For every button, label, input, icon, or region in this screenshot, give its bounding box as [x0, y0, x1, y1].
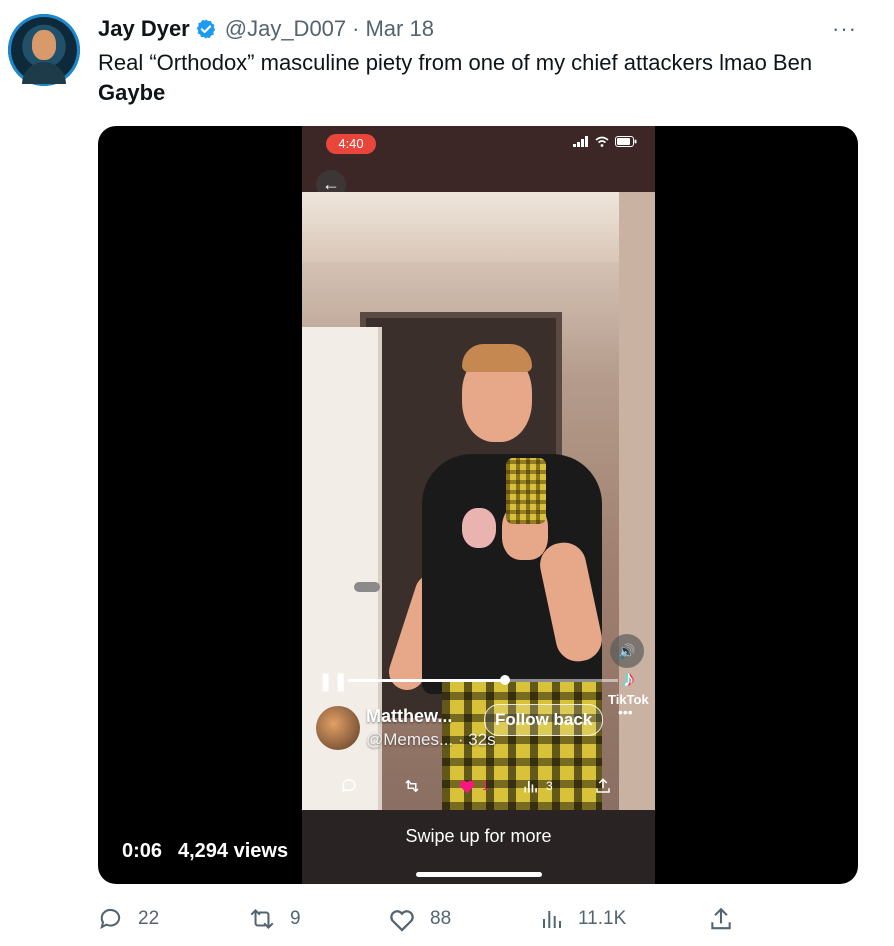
- tiktok-logo-icon: ♪: [622, 666, 634, 691]
- retweet-icon: [250, 908, 274, 930]
- verified-badge-icon: [196, 19, 216, 39]
- scene-held-phone: [506, 458, 546, 524]
- tweet-header: Jay Dyer @Jay_D007 · Mar 18: [98, 16, 434, 42]
- retweet-button[interactable]: 9: [248, 902, 301, 936]
- home-indicator: [416, 872, 542, 877]
- video-elapsed-time: 0:06: [122, 840, 163, 862]
- views-button[interactable]: 11.1K: [540, 902, 626, 936]
- reply-count: 22: [138, 908, 160, 929]
- video-user-avatar[interactable]: [316, 706, 360, 750]
- video-more-icon[interactable]: •••: [618, 704, 633, 720]
- header-separator: ·: [352, 16, 360, 41]
- views-icon: [543, 911, 561, 928]
- avatar-shirt: [22, 62, 66, 84]
- like-count: 88: [430, 908, 452, 929]
- video-view-count: 4,294 views: [178, 840, 289, 862]
- tiktok-watermark: ♪ TikTok: [608, 666, 649, 707]
- phone-like[interactable]: 1: [458, 778, 489, 794]
- video-user-handle[interactable]: @Memes... · 32s: [366, 730, 496, 750]
- phone-views[interactable]: 3: [522, 778, 553, 794]
- video-frame: 4:40 ← 🔊 ❚❚ ♪ TikTok Matthew... @Memes..…: [302, 126, 655, 884]
- shirt-skull-graphic: [462, 508, 496, 548]
- phone-views-icon: [524, 780, 537, 793]
- phone-share-icon[interactable]: [594, 777, 612, 795]
- heart-icon: [390, 910, 414, 932]
- phone-reply-icon[interactable]: [340, 777, 358, 795]
- phone-system-icons: [573, 136, 637, 147]
- author-name[interactable]: Jay Dyer: [98, 16, 190, 42]
- tweet-action-bar: 22 9 88 11.1K: [98, 902, 858, 936]
- tweet-text: Real “Orthodox” masculine piety from one…: [98, 48, 868, 108]
- phone-like-count: 1: [482, 779, 489, 793]
- author-avatar[interactable]: [8, 14, 80, 86]
- wifi-icon: [595, 136, 609, 147]
- tweet-text-bold: Gaybe: [98, 80, 166, 105]
- video-progress-fill: [348, 679, 505, 682]
- pause-icon[interactable]: ❚❚: [318, 671, 348, 692]
- signal-icon: [573, 136, 588, 147]
- scene-door-handle: [354, 582, 380, 592]
- reply-button[interactable]: 22: [98, 902, 159, 936]
- tweet-date[interactable]: Mar 18: [365, 16, 433, 42]
- phone-views-count: 3: [546, 779, 553, 793]
- reply-icon: [100, 908, 121, 930]
- video-progress-bar[interactable]: [348, 675, 618, 685]
- phone-status-bar: 4:40 ←: [302, 126, 655, 200]
- phone-status-time: 4:40: [326, 134, 376, 154]
- video-progress-handle[interactable]: [499, 675, 510, 685]
- phone-action-bar: 1 3: [302, 766, 655, 806]
- avatar-face: [32, 30, 56, 60]
- views-count: 11.1K: [578, 908, 627, 929]
- scene-person-hair: [462, 344, 532, 372]
- video-user-name[interactable]: Matthew...: [366, 706, 452, 727]
- scene-ceiling: [302, 192, 655, 262]
- battery-icon: [615, 136, 637, 147]
- more-options-icon[interactable]: ···: [832, 16, 857, 42]
- share-icon: [711, 907, 731, 930]
- like-button[interactable]: 88: [388, 902, 451, 936]
- share-button[interactable]: [708, 902, 748, 936]
- follow-back-button[interactable]: Follow back: [484, 704, 604, 736]
- swipe-up-label: Swipe up for more: [405, 826, 552, 846]
- author-handle[interactable]: @Jay_D007: [225, 16, 346, 42]
- phone-heart-icon: [459, 780, 475, 794]
- phone-retweet-icon[interactable]: [402, 777, 422, 795]
- tweet-text-main: Real “Orthodox” masculine piety from one…: [98, 50, 813, 75]
- retweet-count: 9: [290, 908, 301, 929]
- volume-icon[interactable]: 🔊: [610, 634, 644, 668]
- video-player[interactable]: 4:40 ← 🔊 ❚❚ ♪ TikTok Matthew... @Memes..…: [98, 126, 858, 884]
